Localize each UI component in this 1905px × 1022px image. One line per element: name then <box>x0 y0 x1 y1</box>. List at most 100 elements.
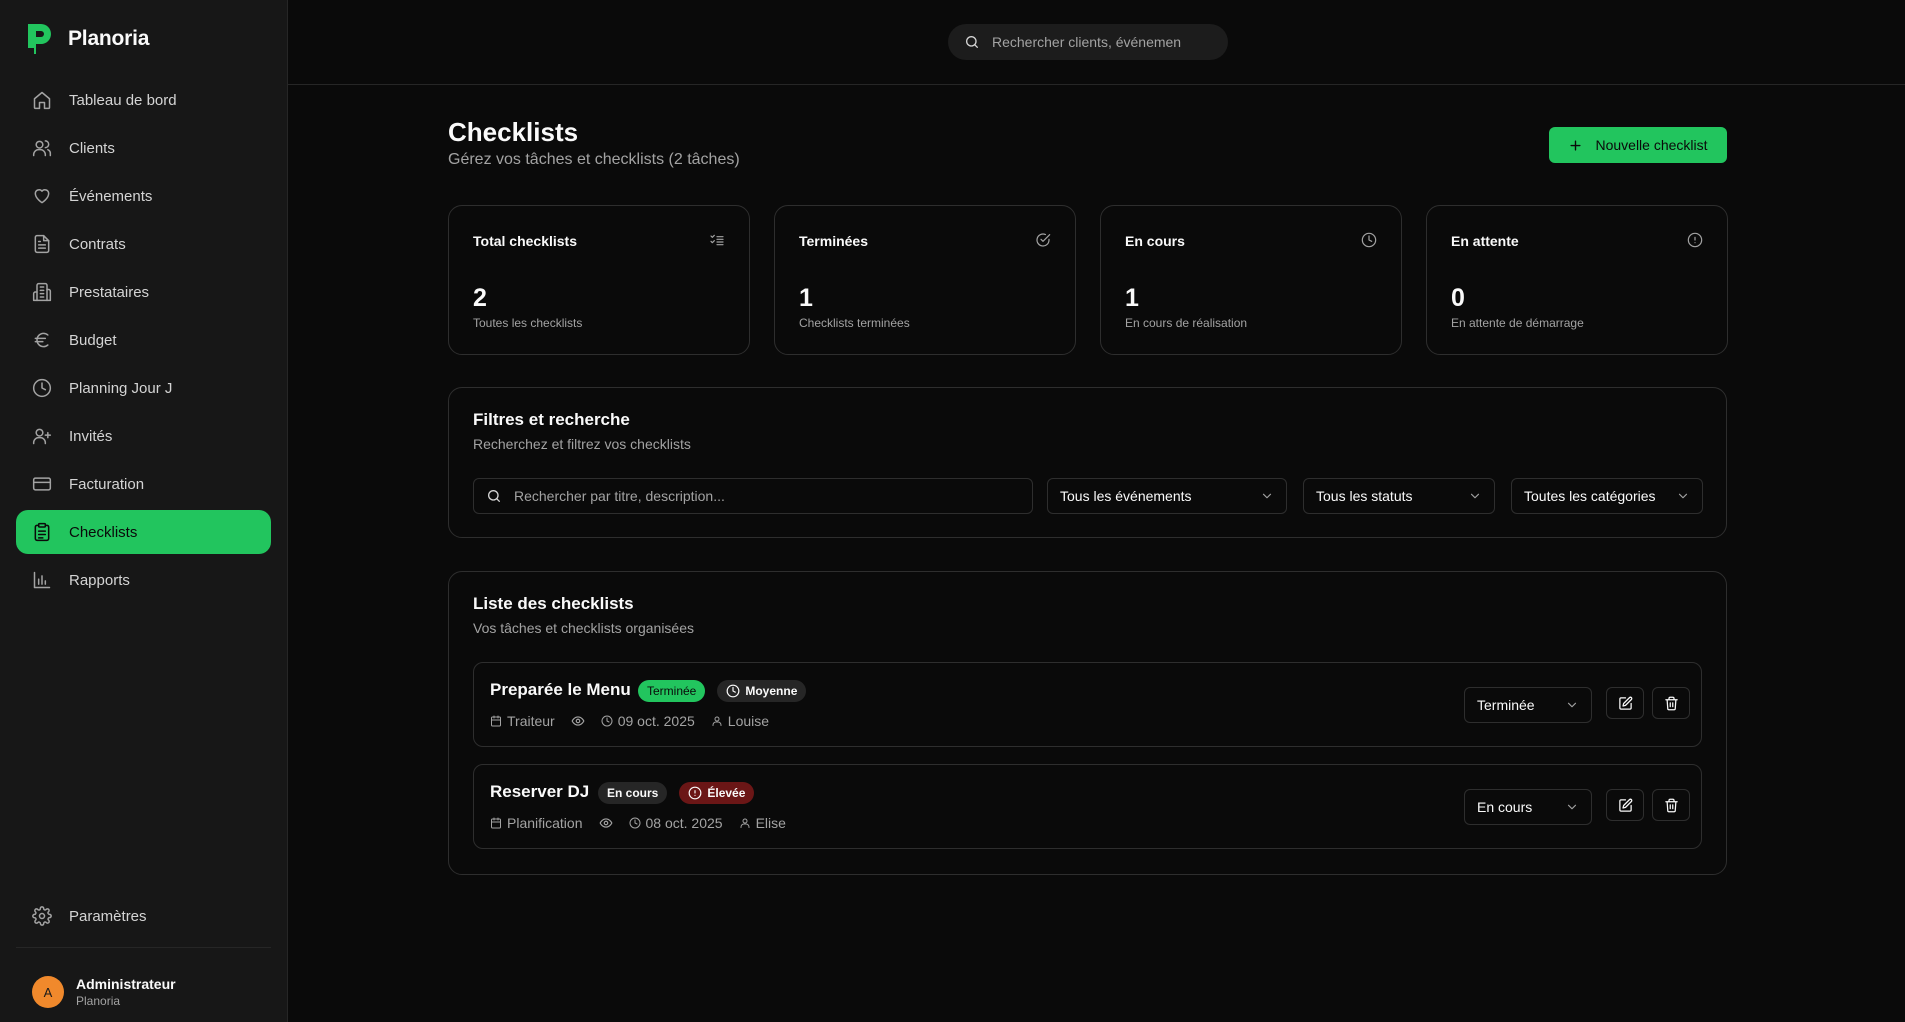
stat-card-pending: En attente 0 En attente de démarrage <box>1426 205 1728 355</box>
eye-icon[interactable] <box>599 816 613 830</box>
search-icon <box>488 490 500 502</box>
avatar: A <box>32 976 64 1008</box>
sidebar-bottom: Paramètres <box>16 894 271 942</box>
checklist-row[interactable]: Preparée le Menu Terminée Moyenne Traite… <box>473 662 1702 747</box>
planoria-logo-icon <box>28 24 51 54</box>
sidebar-item-planning[interactable]: Planning Jour J <box>16 366 271 410</box>
stat-label: Terminées <box>799 233 868 249</box>
user-profile[interactable]: A Administrateur Planoria <box>32 976 176 1008</box>
sidebar-item-checklists[interactable]: Checklists <box>16 510 271 554</box>
category-filter-select[interactable]: Toutes les catégories <box>1511 478 1703 514</box>
checklist-badges: Terminée Moyenne <box>638 680 807 702</box>
global-search-input[interactable]: Rechercher clients, événemen <box>948 24 1228 60</box>
sidebar-item-budget[interactable]: Budget <box>16 318 271 362</box>
edit-button[interactable] <box>1606 687 1644 719</box>
sidebar-item-dashboard[interactable]: Tableau de bord <box>16 78 271 122</box>
date-label: 08 oct. 2025 <box>645 815 723 831</box>
meta-category: Traiteur <box>490 713 555 729</box>
bar-chart-icon <box>33 571 51 589</box>
sidebar-item-vendors[interactable]: Prestataires <box>16 270 271 314</box>
brand[interactable]: Planoria <box>24 22 149 56</box>
global-search-placeholder: Rechercher clients, événemen <box>992 34 1182 50</box>
row-status-value: Terminée <box>1477 697 1535 713</box>
stat-value: 0 <box>1451 284 1465 312</box>
sidebar-item-label: Événements <box>69 187 153 205</box>
building-icon <box>32 282 52 302</box>
clock-icon <box>32 378 52 398</box>
filters-subtitle: Recherchez et filtrez vos checklists <box>473 436 691 452</box>
status-badge: En cours <box>598 782 668 804</box>
checklist-meta: Planification 08 oct. 2025 Elise <box>490 815 786 831</box>
sidebar-item-label: Tableau de bord <box>69 91 177 109</box>
row-status-select[interactable]: En cours <box>1464 789 1592 825</box>
assignee-label: Elise <box>755 815 786 831</box>
sidebar-item-contracts[interactable]: Contrats <box>16 222 271 266</box>
search-icon <box>966 36 978 48</box>
sidebar-item-reports[interactable]: Rapports <box>16 558 271 602</box>
checklist-list-card: Liste des checklists Vos tâches et check… <box>448 571 1727 875</box>
checklist-meta: Traiteur 09 oct. 2025 Louise <box>490 713 769 729</box>
user-org: Planoria <box>76 994 121 1008</box>
checklist-title: Reserver DJ <box>490 782 590 801</box>
clock-icon <box>601 715 613 727</box>
new-checklist-button[interactable]: Nouvelle checklist <box>1549 127 1727 163</box>
sidebar-item-label: Checklists <box>69 523 138 541</box>
sidebar-item-label: Rapports <box>69 571 130 589</box>
clock-icon <box>1361 232 1377 248</box>
calendar-icon <box>491 817 501 829</box>
meta-assignee: Elise <box>739 815 786 831</box>
trash-icon <box>1664 798 1678 812</box>
sidebar-item-label: Budget <box>69 331 117 349</box>
checklist-row[interactable]: Reserver DJ En cours Élevée Planificatio… <box>473 764 1702 849</box>
row-status-value: En cours <box>1477 799 1533 815</box>
edit-icon <box>1618 798 1632 812</box>
sidebar-item-clients[interactable]: Clients <box>16 126 271 170</box>
category-filter-value: Toutes les catégories <box>1524 488 1656 504</box>
sidebar-item-settings[interactable]: Paramètres <box>16 894 271 938</box>
topbar: Rechercher clients, événemen <box>288 0 1905 85</box>
priority-label: Moyenne <box>745 684 798 698</box>
users-icon <box>32 140 52 157</box>
stat-card-total: Total checklists 2 Toutes les checklists <box>448 205 750 355</box>
checklist-search-input[interactable]: Rechercher par titre, description... <box>473 478 1033 514</box>
filters-title: Filtres et recherche <box>473 410 630 429</box>
stat-description: Toutes les checklists <box>473 316 583 330</box>
sidebar-item-label: Clients <box>69 139 115 157</box>
sidebar-item-events[interactable]: Événements <box>16 174 271 218</box>
edit-button[interactable] <box>1606 789 1644 821</box>
delete-button[interactable] <box>1652 687 1690 719</box>
euro-icon <box>34 332 49 348</box>
checklist-search-placeholder: Rechercher par titre, description... <box>514 488 725 504</box>
stat-value: 2 <box>473 284 487 312</box>
category-label: Planification <box>507 815 583 831</box>
priority-badge: Moyenne <box>717 680 807 702</box>
stat-description: En cours de réalisation <box>1125 316 1248 330</box>
sidebar-item-billing[interactable]: Facturation <box>16 462 271 506</box>
meta-assignee: Louise <box>711 713 769 729</box>
event-filter-select[interactable]: Tous les événements <box>1047 478 1287 514</box>
sidebar-item-guests[interactable]: Invités <box>16 414 271 458</box>
delete-button[interactable] <box>1652 789 1690 821</box>
trash-icon <box>1664 696 1678 710</box>
sidebar-divider <box>16 947 271 948</box>
meta-date: 08 oct. 2025 <box>629 815 723 831</box>
stat-value: 1 <box>1125 284 1139 312</box>
status-badge: Terminée <box>638 680 706 702</box>
sidebar-item-label: Invités <box>69 427 113 445</box>
status-filter-select[interactable]: Tous les statuts <box>1303 478 1495 514</box>
priority-label: Élevée <box>707 786 746 800</box>
stat-card-in-progress: En cours 1 En cours de réalisation <box>1100 205 1402 355</box>
sidebar-item-label: Paramètres <box>69 907 147 925</box>
stat-description: Checklists terminées <box>799 316 910 330</box>
eye-icon[interactable] <box>571 714 585 728</box>
page-title: Checklists <box>448 117 579 147</box>
clock-icon <box>629 817 640 829</box>
gear-icon <box>32 906 52 926</box>
sidebar-item-label: Facturation <box>69 475 145 493</box>
user-icon <box>712 716 722 726</box>
plus-icon <box>1570 139 1582 151</box>
user-plus-icon <box>32 428 52 445</box>
row-status-select[interactable]: Terminée <box>1464 687 1592 723</box>
stat-label: Total checklists <box>473 233 578 249</box>
brand-name: Planoria <box>68 27 150 50</box>
